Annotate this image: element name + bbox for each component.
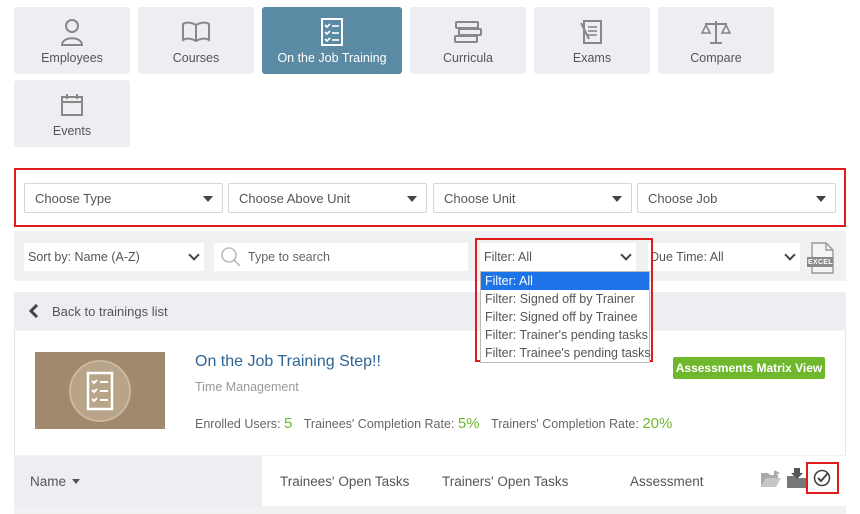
column-header-name[interactable]: Name [14,456,262,506]
download-folder-button[interactable] [786,467,808,489]
filter-option-all[interactable]: Filter: All [481,272,649,290]
training-stats: Enrolled Users: 5 Trainees' Completion R… [195,415,672,432]
trainees-rate-label: Trainees' Completion Rate: [303,417,455,431]
search-icon [221,247,241,267]
nav-tile-events[interactable]: Events [14,80,130,147]
nav-tile-label: Courses [172,50,220,65]
sort-select[interactable]: Sort by: Name (A-Z) [24,243,204,271]
chevron-down-icon [188,249,200,261]
job-select-value: Choose Job [648,190,718,206]
nav-tile-compare[interactable]: Compare [658,7,774,74]
training-thumbnail [35,352,165,429]
nav-tile-label: Employees [41,50,103,65]
folder-open-icon [761,470,781,487]
exam-icon [577,17,607,47]
filter-option-trainers-pending[interactable]: Filter: Trainer's pending tasks [481,326,649,344]
search-input[interactable]: Type to search [214,243,468,271]
check-circle-icon [813,469,831,487]
caret-down-icon [816,196,826,202]
scale-icon [701,17,731,47]
excel-label: EXCEL [808,259,833,266]
job-select[interactable]: Choose Job [637,183,836,213]
folder-download-icon [787,468,806,488]
above-unit-select-value: Choose Above Unit [239,190,351,206]
type-select-value: Choose Type [35,190,112,206]
excel-icon [807,242,834,274]
nav-tile-label: Curricula [442,50,493,65]
book-open-icon [181,17,211,47]
type-select[interactable]: Choose Type [24,183,223,213]
nav-tile-label: Compare [690,50,742,65]
column-header-assessment: Assessment [630,473,704,489]
nav-tile-on-the-job-training[interactable]: On the Job Training [262,7,402,74]
trainees-rate-value: 5% [457,415,480,432]
nav-tile-label: On the Job Training [277,50,387,65]
caret-down-icon [612,196,622,202]
above-unit-select[interactable]: Choose Above Unit [228,183,427,213]
column-name-label: Name [30,473,67,489]
caret-down-icon [407,196,417,202]
training-title[interactable]: On the Job Training Step!! [195,353,381,371]
open-folder-button[interactable] [760,469,782,489]
signoff-check-button[interactable] [812,468,832,488]
nav-tile-curricula[interactable]: Curricula [410,7,526,74]
unit-select-value: Choose Unit [444,190,516,206]
column-header-trainers-open: Trainers' Open Tasks [442,473,569,489]
sort-caret-icon [72,478,81,484]
training-subtitle: Time Management [195,380,299,394]
unit-select[interactable]: Choose Unit [433,183,632,213]
chevron-down-icon [784,249,796,261]
checklist-icon [69,359,131,422]
nav-tile-employees[interactable]: Employees [14,7,130,74]
due-time-select-value: Due Time: All [650,250,724,264]
chevron-left-icon [28,304,39,318]
filter-option-signed-off-by-trainer[interactable]: Filter: Signed off by Trainer [481,290,649,308]
column-header-trainees-open: Trainees' Open Tasks [280,473,410,489]
checklist-icon [317,17,347,47]
filter-option-trainees-pending[interactable]: Filter: Trainee's pending tasks [481,344,651,362]
caret-down-icon [203,196,213,202]
calendar-icon [57,90,87,120]
enrolled-value: 5 [283,415,293,432]
nav-tile-exams[interactable]: Exams [534,7,650,74]
search-placeholder: Type to search [248,250,330,264]
due-time-select[interactable]: Due Time: All [648,243,800,271]
nav-tile-label: Exams [572,50,612,65]
books-stack-icon [453,17,483,47]
trainers-rate-value: 20% [642,415,673,432]
filter-dropdown-list: Filter: All Filter: Signed off by Traine… [480,271,651,363]
assessments-matrix-view-button[interactable]: Assessments Matrix View [673,357,825,379]
trainers-rate-label: Trainers' Completion Rate: [491,417,639,431]
user-icon [57,17,87,47]
nav-tile-courses[interactable]: Courses [138,7,254,74]
back-link-label: Back to trainings list [52,303,168,319]
filter-option-signed-off-by-trainee[interactable]: Filter: Signed off by Trainee [481,308,649,326]
enrolled-label: Enrolled Users: [195,417,281,431]
sort-select-value: Sort by: Name (A-Z) [28,250,140,264]
nav-tile-label: Events [52,123,92,138]
back-to-trainings-link[interactable]: Back to trainings list [14,292,846,330]
excel-export-button[interactable]: EXCEL [806,242,836,274]
